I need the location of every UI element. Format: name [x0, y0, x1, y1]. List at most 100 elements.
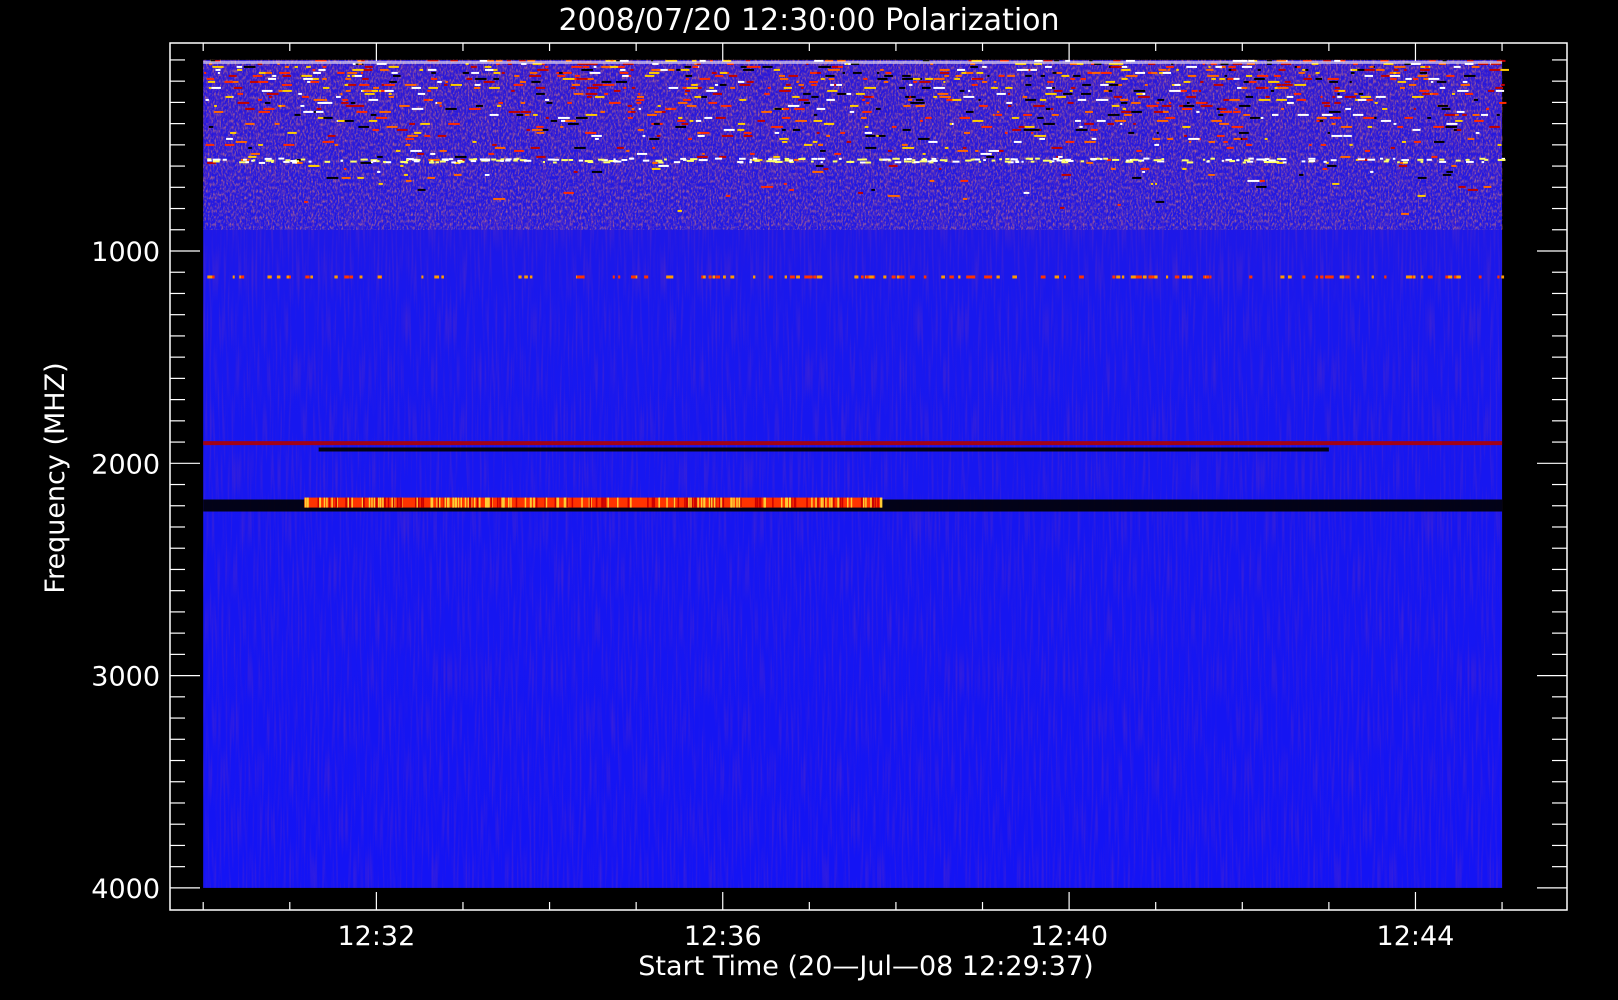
noise-speck [268, 95, 273, 98]
noise-speck [1398, 164, 1408, 167]
noise-speck [1233, 110, 1241, 113]
noise-speck [439, 104, 442, 107]
noise-speck [681, 122, 689, 125]
noise-speck [987, 74, 990, 77]
noise-speck [922, 152, 926, 155]
noise-speck [619, 71, 629, 74]
noise-speck [809, 80, 819, 83]
dotted-line-speck [1142, 275, 1147, 279]
dotted-line-speck [232, 275, 235, 279]
noise-speck [908, 95, 912, 98]
noise-speck [315, 110, 324, 113]
noise-speck [779, 137, 789, 140]
noise-speck [1035, 157, 1040, 160]
noise-speck [585, 92, 598, 95]
burst-stripe [499, 497, 501, 508]
noise-speck [865, 134, 876, 137]
noise-speck [322, 140, 334, 143]
noise-speck [800, 86, 804, 89]
noise-speck [395, 149, 401, 152]
noise-speck [817, 157, 826, 160]
noise-speck [292, 161, 298, 164]
noise-speck [846, 160, 854, 163]
noise-speck [1423, 77, 1429, 80]
noise-speck [706, 89, 718, 92]
noise-speck [1331, 122, 1336, 125]
noise-speck [284, 65, 290, 68]
noise-speck [1466, 74, 1471, 77]
noise-speck [1211, 77, 1216, 80]
noise-speck [1231, 125, 1244, 128]
noise-speck [1065, 140, 1075, 143]
noise-speck [313, 98, 325, 101]
noise-speck [454, 155, 467, 158]
noise-speck [595, 137, 599, 140]
noise-speck [902, 74, 911, 77]
noise-speck [825, 74, 835, 77]
noise-speck [673, 161, 681, 164]
noise-speck [1248, 80, 1257, 83]
noise-speck [1308, 159, 1316, 162]
noise-speck [376, 160, 380, 163]
noise-speck [1223, 98, 1229, 101]
noise-speck [746, 80, 754, 83]
noise-speck [680, 68, 690, 71]
noise-speck [236, 65, 243, 68]
noise-speck [345, 77, 351, 80]
noise-speck [533, 113, 538, 116]
noise-speck [668, 86, 679, 89]
noise-speck [933, 86, 945, 89]
noise-speck [1133, 89, 1146, 92]
noise-speck [1191, 74, 1196, 77]
burst-stripe [524, 497, 527, 508]
noise-speck [887, 194, 900, 197]
noise-speck [476, 104, 483, 107]
dotted-line-speck [1063, 275, 1066, 279]
noise-speck [1340, 155, 1351, 158]
noise-speck [1462, 113, 1467, 116]
noise-speck [915, 104, 926, 107]
noise-speck [1334, 86, 1340, 89]
burst-stripe [794, 497, 797, 508]
burst-stripe [501, 497, 503, 508]
noise-speck [224, 143, 235, 146]
noise-speck [1039, 98, 1047, 101]
noise-speck [922, 86, 931, 89]
noise-speck [992, 113, 995, 116]
noise-speck [767, 86, 771, 89]
noise-speck [1208, 140, 1216, 143]
noise-speck [811, 83, 817, 86]
dotted-line-speck [345, 275, 349, 279]
noise-speck [906, 158, 912, 161]
noise-speck [1375, 95, 1386, 98]
noise-speck [1090, 158, 1097, 161]
noise-speck [894, 161, 902, 164]
noise-speck [1142, 92, 1146, 95]
dotted-line-speck [1328, 275, 1334, 279]
noise-speck [712, 92, 723, 95]
dotted-line-speck [377, 275, 382, 279]
dotted-line-speck [305, 275, 310, 279]
noise-speck [492, 143, 497, 146]
noise-speck [1107, 113, 1120, 116]
noise-speck [409, 122, 415, 125]
noise-speck [471, 71, 480, 74]
dotted-line-speck [1209, 275, 1212, 279]
noise-speck [1128, 131, 1135, 134]
noise-speck [888, 164, 898, 167]
noise-speck [1441, 107, 1451, 110]
noise-speck [955, 74, 962, 77]
noise-speck [1436, 80, 1447, 83]
dotted-line-speck [1430, 275, 1433, 279]
burst-stripe [415, 497, 417, 508]
noise-speck [386, 125, 398, 128]
noise-speck [902, 146, 914, 149]
dotted-line-speck [1189, 275, 1193, 279]
noise-speck [1154, 143, 1160, 146]
noise-speck [1241, 86, 1248, 89]
noise-speck [1458, 185, 1466, 188]
noise-speck [1363, 116, 1375, 119]
noise-speck [544, 65, 549, 68]
burst-stripe [510, 497, 512, 508]
noise-speck [1045, 107, 1051, 110]
